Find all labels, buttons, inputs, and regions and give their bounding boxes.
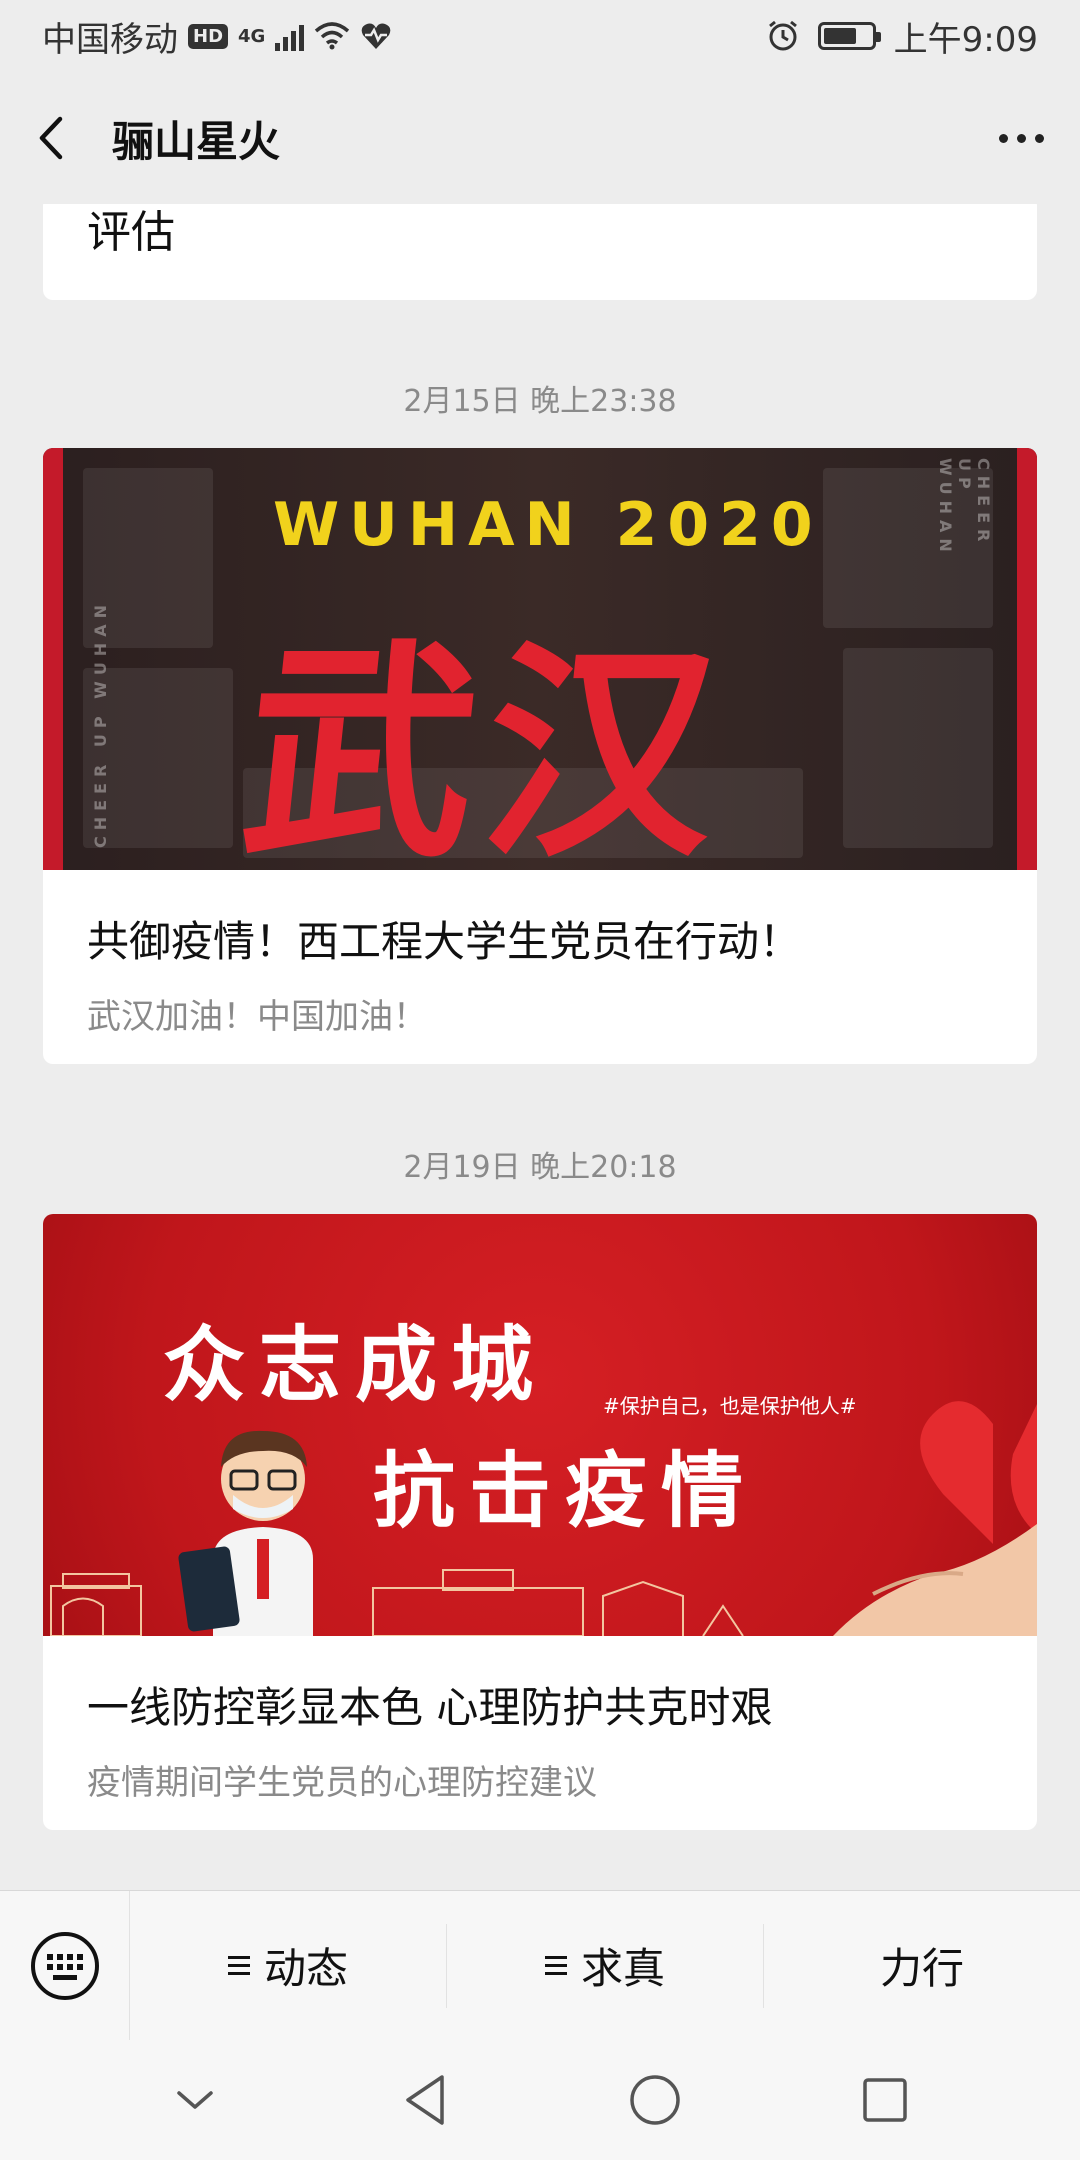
system-nav-bar bbox=[0, 2040, 1080, 2160]
clock: 上午9:09 bbox=[893, 19, 1038, 60]
submenu-icon bbox=[544, 1956, 567, 1975]
back-triangle-icon bbox=[406, 2075, 444, 2125]
article-subtitle: 疫情期间学生党员的心理防控建议 bbox=[87, 1763, 597, 1803]
wifi-icon bbox=[315, 22, 350, 50]
article-subtitle: 武汉加油！中国加油！ bbox=[87, 997, 427, 1037]
cover-side-text: CHEER UP WUHAN bbox=[91, 599, 110, 848]
article-cover-image[interactable]: 众志成城 #保护自己，也是保护他人# 抗击疫情 bbox=[43, 1214, 1037, 1636]
message-list[interactable]: 评估 2月15日 晚上23:38 CHEER UP WUHAN CHEER UP… bbox=[0, 204, 1080, 1890]
alarm-icon bbox=[768, 20, 797, 51]
menu-item-lixing[interactable]: 力行 bbox=[764, 1924, 1080, 2008]
menu-item-label: 动态 bbox=[263, 1944, 348, 1993]
battery-fill bbox=[823, 28, 856, 44]
collapse-button[interactable] bbox=[150, 2055, 240, 2145]
more-dots-icon bbox=[999, 133, 1044, 143]
menu-item-label: 力行 bbox=[879, 1944, 964, 1993]
submenu-icon bbox=[227, 1956, 250, 1975]
collapse-icon bbox=[177, 2091, 213, 2109]
cover-headline-cn: 武汉 bbox=[231, 622, 740, 870]
system-back-button[interactable] bbox=[380, 2055, 470, 2145]
keyboard-icon bbox=[30, 1931, 99, 2000]
cover-headline-line1: 众志成城 bbox=[163, 1317, 548, 1413]
nav-bar: 骊山星火 bbox=[0, 72, 1080, 204]
article-title: 评估 bbox=[87, 207, 175, 258]
article-card[interactable]: CHEER UP WUHAN CHEER UP WUHAN WUHAN 2020… bbox=[43, 448, 1037, 1064]
cover-headline-line2: 抗击疫情 bbox=[373, 1443, 758, 1539]
article-title: 一线防控彰显本色 心理防护共克时艰 bbox=[87, 1683, 773, 1732]
article-title: 共御疫情！西工程大学生党员在行动！ bbox=[87, 917, 802, 966]
status-right: 上午9:09 bbox=[766, 12, 1038, 61]
carrier-label: 中国移动 bbox=[42, 19, 178, 60]
cover-edge-left bbox=[43, 448, 63, 870]
article-card[interactable]: 众志成城 #保护自己，也是保护他人# 抗击疫情 一线防控彰显本色 心理防护共克时… bbox=[43, 1214, 1037, 1830]
more-button[interactable] bbox=[999, 114, 1044, 163]
menu-item-label: 求真 bbox=[580, 1944, 665, 1993]
home-circle-icon bbox=[630, 2075, 680, 2125]
back-button[interactable] bbox=[36, 108, 84, 168]
keyboard-toggle-button[interactable] bbox=[0, 1890, 130, 2041]
city-skyline-illustration bbox=[50, 1569, 744, 1636]
system-home-button[interactable] bbox=[610, 2055, 700, 2145]
menu-item-dongtai[interactable]: 动态 bbox=[130, 1923, 447, 2008]
recents-square-icon bbox=[863, 2078, 907, 2122]
network-type: 4G bbox=[238, 25, 266, 47]
message-timestamp: 2月19日 晚上20:18 bbox=[403, 1150, 677, 1185]
heart-rate-icon bbox=[361, 23, 391, 49]
battery-icon bbox=[817, 22, 881, 50]
chevron-left-icon bbox=[39, 116, 63, 160]
article-card-partial[interactable]: 评估 bbox=[43, 204, 1037, 300]
status-left: 中国移动 HD 4G bbox=[42, 12, 392, 61]
custom-menu-bar: 动态 求真 力行 bbox=[0, 1890, 1080, 2041]
article-cover-image[interactable]: CHEER UP WUHAN CHEER UP WUHAN WUHAN 2020… bbox=[43, 448, 1037, 870]
signal-icon bbox=[275, 21, 305, 51]
menu-item-qiuzhen[interactable]: 求真 bbox=[447, 1923, 764, 2008]
cover-headline-en: WUHAN 2020 bbox=[273, 490, 823, 560]
status-bar: 中国移动 HD 4G 上午9:09 bbox=[0, 0, 1080, 72]
cover-side-text-right: CHEER UP WUHAN bbox=[936, 458, 993, 558]
cover-edge-right bbox=[1017, 448, 1037, 870]
page-title: 骊山星火 bbox=[112, 116, 281, 166]
system-recents-button[interactable] bbox=[840, 2055, 930, 2145]
hd-badge: HD bbox=[188, 23, 229, 49]
message-timestamp: 2月15日 晚上23:38 bbox=[403, 384, 677, 419]
